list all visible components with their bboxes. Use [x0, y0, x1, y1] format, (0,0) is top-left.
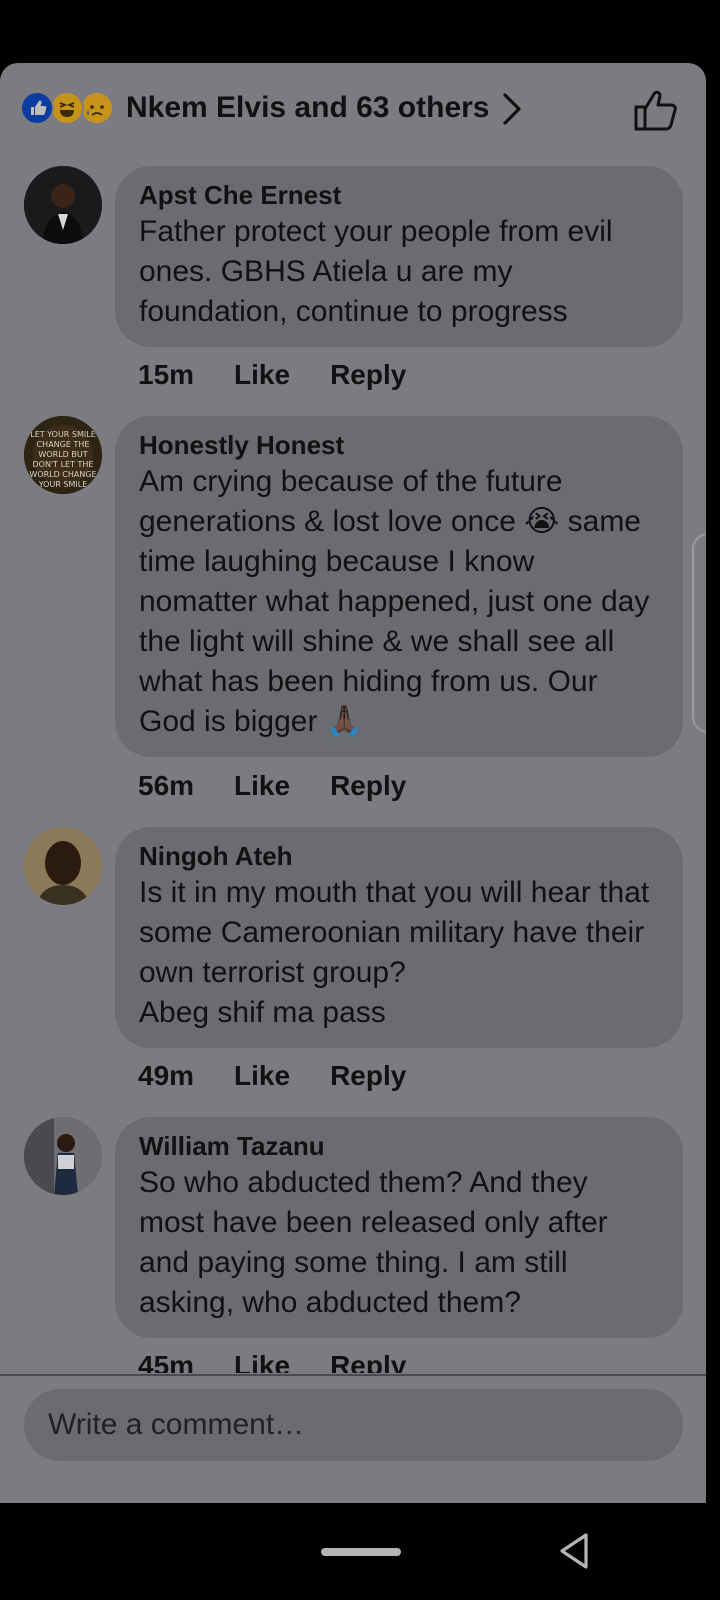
- avatar[interactable]: [24, 1117, 102, 1195]
- comment-input[interactable]: Write a comment…: [24, 1389, 683, 1461]
- comment-text: Father protect your people from evil one…: [139, 215, 613, 328]
- comment-time: 56m: [138, 770, 195, 801]
- comment-bubble[interactable]: Honestly Honest Am crying because of the…: [115, 416, 683, 757]
- reply-button[interactable]: Reply: [330, 769, 406, 803]
- comment-text: Am crying because of the future generati…: [139, 465, 650, 738]
- compose-divider: [0, 1374, 706, 1376]
- avatar[interactable]: [24, 827, 102, 905]
- comment-text: Is it in my mouth that you will hear tha…: [139, 876, 650, 1029]
- comment-actions: 56m Like Reply: [138, 769, 406, 803]
- reply-button[interactable]: Reply: [330, 1059, 406, 1093]
- screen: Nkem Elvis and 63 others Apst Che Ernest…: [0, 0, 720, 1600]
- comment-author[interactable]: Apst Che Ernest: [139, 178, 659, 212]
- like-button[interactable]: Like: [234, 1059, 290, 1093]
- comment-actions: 15m Like Reply: [138, 358, 406, 392]
- like-button[interactable]: Like: [234, 769, 290, 803]
- like-button[interactable]: Like: [234, 358, 290, 392]
- reactions-bar[interactable]: Nkem Elvis and 63 others: [0, 63, 706, 153]
- back-triangle-icon[interactable]: [556, 1531, 592, 1571]
- chevron-right-icon[interactable]: [500, 92, 524, 126]
- system-nav-bar: [0, 1503, 720, 1600]
- comment-actions: 49m Like Reply: [138, 1059, 406, 1093]
- comment-bubble[interactable]: Apst Che Ernest Father protect your peop…: [115, 166, 683, 347]
- haha-reaction-icon: [50, 91, 84, 125]
- avatar-caption: LET YOUR SMILE CHANGE THE WORLD BUT DON'…: [29, 430, 97, 489]
- reply-button[interactable]: Reply: [330, 1349, 406, 1373]
- reaction-icons: [20, 91, 120, 125]
- comment-author[interactable]: William Tazanu: [139, 1129, 659, 1163]
- side-panel-handle[interactable]: [692, 533, 706, 733]
- comment-bubble[interactable]: Ningoh Ateh Is it in my mouth that you w…: [115, 827, 683, 1048]
- like-reaction-icon: [20, 91, 54, 125]
- sad-reaction-icon: [80, 91, 114, 125]
- reactions-summary[interactable]: Nkem Elvis and 63 others: [126, 91, 490, 125]
- comment-time: 15m: [138, 359, 195, 390]
- like-button[interactable]: Like: [234, 1349, 290, 1373]
- comment-author[interactable]: Honestly Honest: [139, 428, 659, 462]
- comments-sheet: Nkem Elvis and 63 others Apst Che Ernest…: [0, 63, 706, 1503]
- comment-time: 49m: [138, 1060, 195, 1091]
- reply-button[interactable]: Reply: [330, 358, 406, 392]
- home-pill[interactable]: [321, 1548, 401, 1556]
- avatar[interactable]: [24, 166, 102, 244]
- comment-author[interactable]: Ningoh Ateh: [139, 839, 659, 873]
- comment-text: So who abducted them? And they most have…: [139, 1166, 608, 1319]
- avatar[interactable]: LET YOUR SMILE CHANGE THE WORLD BUT DON'…: [24, 416, 102, 494]
- comment-actions: 45m Like Reply: [138, 1349, 406, 1373]
- comment-bubble[interactable]: William Tazanu So who abducted them? And…: [115, 1117, 683, 1338]
- comment-time: 45m: [138, 1350, 195, 1373]
- thumbs-up-icon[interactable]: [633, 88, 679, 132]
